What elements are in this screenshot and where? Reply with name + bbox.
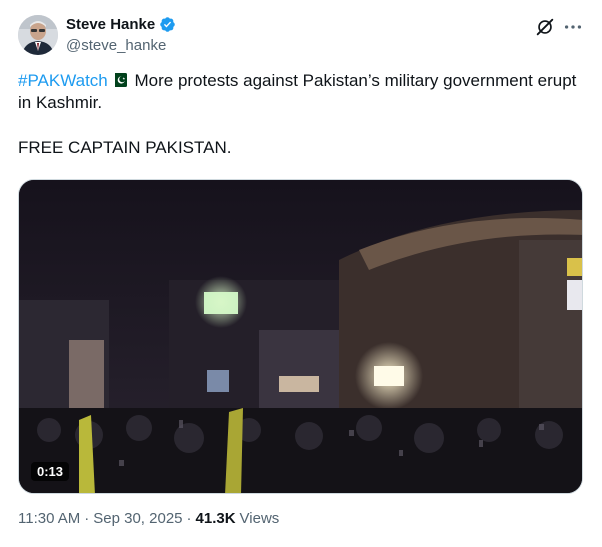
author-name[interactable]: Steve Hanke <box>66 16 155 33</box>
video-thumbnail <box>19 180 582 493</box>
meta-separator-2: · <box>186 510 192 527</box>
pakistan-flag-icon <box>110 71 127 87</box>
more-options-icon[interactable] <box>562 16 584 38</box>
author-name-row: Steve Hanke <box>66 16 176 33</box>
tweet-time[interactable]: 11:30 AM <box>18 510 80 527</box>
tweet-card: Steve Hanke @steve_hanke #PAKWatch More … <box>0 0 602 547</box>
tweet-meta: 11:30 AM · Sep 30, 2025 · 41.3K Views <box>18 510 279 527</box>
tweet-text: #PAKWatch More protests against Pakistan… <box>18 70 578 159</box>
video-duration-badge: 0:13 <box>31 462 70 481</box>
tweet-date[interactable]: Sep 30, 2025 <box>93 510 182 527</box>
tweet-header: Steve Hanke @steve_hanke <box>18 12 584 58</box>
author-handle[interactable]: @steve_hanke <box>66 37 166 54</box>
grok-icon[interactable] <box>534 16 556 38</box>
author-avatar[interactable] <box>18 15 58 55</box>
tweet-paragraph-2: FREE CAPTAIN PAKISTAN. <box>18 138 232 157</box>
tweet-paragraph-1: #PAKWatch More protests against Pakistan… <box>18 70 578 114</box>
views-label: Views <box>239 510 280 527</box>
views-count[interactable]: 41.3K <box>196 510 236 527</box>
meta-separator: · <box>84 510 90 527</box>
video-player[interactable]: 0:13 <box>18 179 583 494</box>
hashtag-link[interactable]: #PAKWatch <box>18 71 108 90</box>
verified-badge-icon[interactable] <box>159 16 176 33</box>
